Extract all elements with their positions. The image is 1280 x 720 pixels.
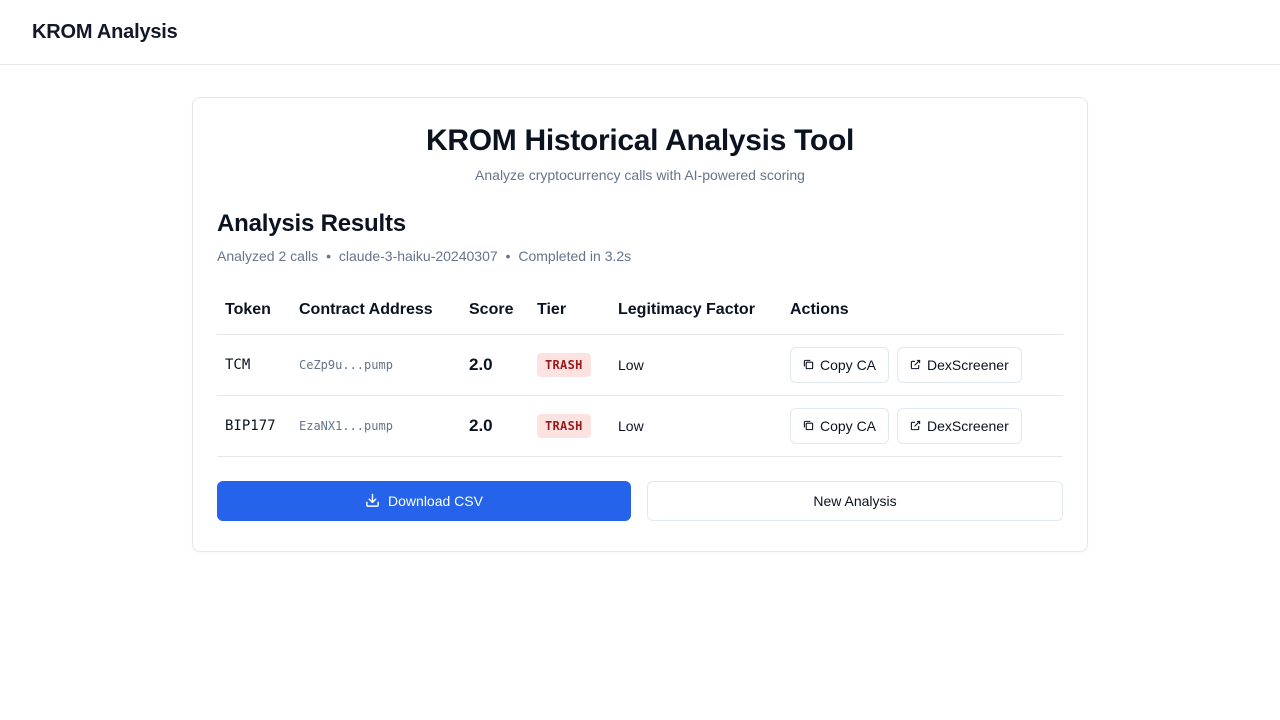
new-analysis-button[interactable]: New Analysis bbox=[647, 480, 1063, 521]
results-table: Token Contract Address Score Tier Legiti… bbox=[217, 286, 1063, 457]
footer-actions: Download CSV New Analysis bbox=[217, 480, 1063, 521]
column-header-score: Score bbox=[461, 286, 529, 335]
analysis-card: KROM Historical Analysis Tool Analyze cr… bbox=[192, 97, 1088, 552]
meta-calls: Analyzed 2 calls bbox=[217, 248, 319, 264]
column-header-contract: Contract Address bbox=[291, 286, 461, 335]
tier-badge: TRASH bbox=[537, 352, 591, 377]
download-csv-button[interactable]: Download CSV bbox=[217, 480, 631, 521]
copy-ca-label: Copy CA bbox=[820, 356, 877, 373]
top-bar: KROM Analysis bbox=[0, 0, 1280, 65]
tier-badge: TRASH bbox=[537, 413, 591, 438]
column-header-actions: Actions bbox=[782, 286, 1063, 335]
legitimacy-cell: Low bbox=[610, 395, 782, 457]
external-link-icon bbox=[910, 359, 921, 370]
copy-icon bbox=[803, 359, 814, 370]
page-subtitle: Analyze cryptocurrency calls with AI-pow… bbox=[475, 167, 805, 183]
actions-cell: Copy CA DexScreener bbox=[782, 334, 1063, 396]
copy-icon bbox=[803, 420, 814, 431]
legitimacy-cell: Low bbox=[610, 334, 782, 396]
meta-separator: • bbox=[505, 248, 511, 264]
column-header-legitimacy: Legitimacy Factor bbox=[610, 286, 782, 335]
contract-cell: EzaNX1...pump bbox=[291, 395, 461, 457]
page-title: KROM Historical Analysis Tool bbox=[425, 124, 855, 157]
tier-cell: TRASH bbox=[529, 334, 610, 396]
external-link-icon bbox=[910, 420, 921, 431]
tier-cell: TRASH bbox=[529, 395, 610, 457]
download-csv-label: Download CSV bbox=[388, 492, 483, 509]
table-header-row: Token Contract Address Score Tier Legiti… bbox=[217, 286, 1063, 335]
results-title: Analysis Results bbox=[217, 210, 406, 237]
table-row: TCM CeZp9u...pump 2.0 TRASH Low Copy CA bbox=[217, 334, 1063, 396]
token-cell: TCM bbox=[217, 334, 291, 396]
meta-model: claude-3-haiku-20240307 bbox=[338, 248, 498, 264]
contract-cell: CeZp9u...pump bbox=[291, 334, 461, 396]
results-meta: Analyzed 2 calls • claude-3-haiku-202403… bbox=[217, 248, 1063, 264]
token-cell: BIP177 bbox=[217, 395, 291, 457]
copy-ca-button[interactable]: Copy CA bbox=[790, 407, 890, 444]
meta-duration: Completed in 3.2s bbox=[518, 248, 632, 264]
column-header-token: Token bbox=[217, 286, 291, 335]
score-cell: 2.0 bbox=[461, 395, 529, 457]
dexscreener-button[interactable]: DexScreener bbox=[897, 346, 1022, 383]
dexscreener-button[interactable]: DexScreener bbox=[897, 407, 1022, 444]
column-header-tier: Tier bbox=[529, 286, 610, 335]
dexscreener-label: DexScreener bbox=[927, 356, 1009, 373]
download-icon bbox=[366, 493, 379, 507]
copy-ca-button[interactable]: Copy CA bbox=[790, 346, 890, 383]
score-cell: 2.0 bbox=[461, 334, 529, 396]
dexscreener-label: DexScreener bbox=[927, 417, 1009, 434]
actions-cell: Copy CA DexScreener bbox=[782, 395, 1063, 457]
app-title: KROM Analysis bbox=[32, 20, 178, 43]
copy-ca-label: Copy CA bbox=[820, 417, 877, 434]
meta-separator: • bbox=[326, 248, 331, 264]
table-row: BIP177 EzaNX1...pump 2.0 TRASH Low Copy … bbox=[217, 395, 1063, 457]
